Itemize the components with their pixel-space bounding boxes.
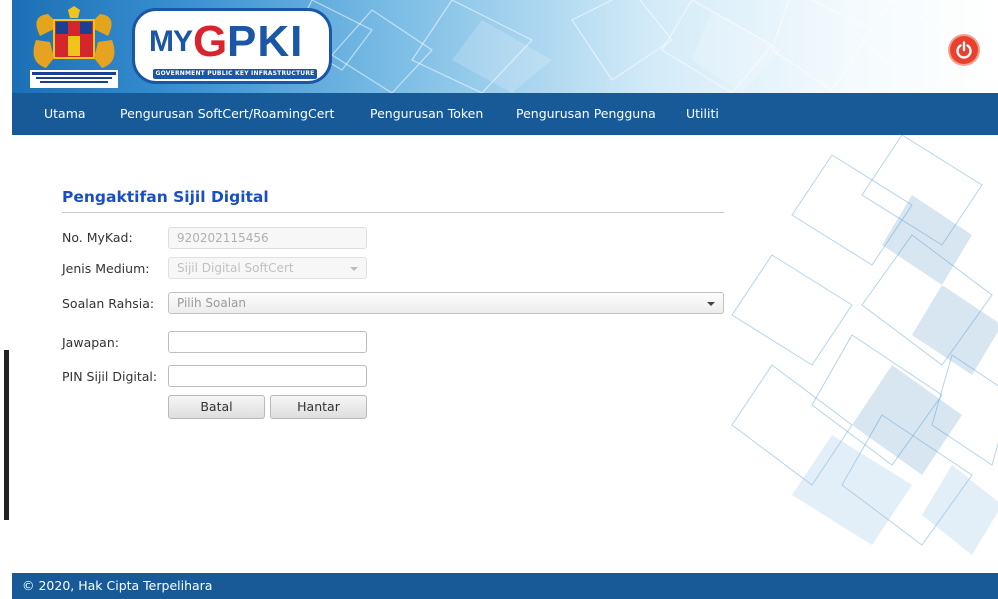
chevron-down-icon — [707, 302, 715, 306]
logo-my: MY — [149, 25, 193, 58]
question-select[interactable]: Pilih Soalan — [168, 292, 724, 314]
cancel-button[interactable]: Batal — [168, 395, 265, 419]
answer-input[interactable] — [168, 331, 367, 353]
nav-utama[interactable]: Utama — [44, 93, 86, 135]
main-navbar: Utama Pengurusan SoftCert/RoamingCert Pe… — [12, 93, 998, 135]
logo-g: G — [193, 17, 228, 66]
main-content: Pengaktifan Sijil Digital No. MyKad: 920… — [12, 135, 998, 573]
medium-label: Jenis Medium: — [62, 261, 150, 276]
window-edge — [0, 0, 12, 599]
answer-label: Jawapan: — [62, 335, 119, 350]
logo-tagline: GOVERNMENT PUBLIC KEY INFRASTRUCTURE — [153, 69, 317, 79]
pin-input[interactable] — [168, 365, 367, 387]
question-select-value: Pilih Soalan — [177, 296, 246, 310]
nav-pengurusan-softcert[interactable]: Pengurusan SoftCert/RoamingCert — [120, 93, 334, 135]
malaysia-crest-icon — [30, 6, 118, 88]
nav-utiliti[interactable]: Utiliti — [686, 93, 719, 135]
form-title: Pengaktifan Sijil Digital — [62, 188, 269, 206]
mykad-label: No. MyKad: — [62, 230, 133, 245]
medium-select-value: Sijil Digital SoftCert — [177, 261, 294, 275]
power-icon — [956, 41, 972, 59]
question-label: Soalan Rahsia: — [62, 296, 155, 311]
edge-bar — [4, 350, 9, 520]
mygpki-logo: MY G PKI GOVERNMENT PUBLIC KEY INFRASTRU… — [132, 8, 332, 84]
nav-pengurusan-pengguna[interactable]: Pengurusan Pengguna — [516, 93, 656, 135]
app-window: MY G PKI GOVERNMENT PUBLIC KEY INFRASTRU… — [0, 0, 998, 599]
pin-label: PIN Sijil Digital: — [62, 369, 158, 384]
title-divider — [62, 212, 724, 213]
logo-pki: PKI — [227, 17, 304, 66]
header-banner: MY G PKI GOVERNMENT PUBLIC KEY INFRASTRU… — [12, 0, 998, 93]
copyright-text: © 2020, Hak Cipta Terpelihara — [22, 578, 213, 593]
power-button[interactable] — [950, 36, 978, 64]
footer-bar: © 2020, Hak Cipta Terpelihara — [12, 573, 998, 599]
submit-button[interactable]: Hantar — [270, 395, 367, 419]
medium-select: Sijil Digital SoftCert — [168, 257, 367, 279]
mykad-field: 920202115456 — [168, 227, 367, 249]
nav-pengurusan-token[interactable]: Pengurusan Token — [370, 93, 483, 135]
chevron-down-icon — [350, 267, 358, 271]
